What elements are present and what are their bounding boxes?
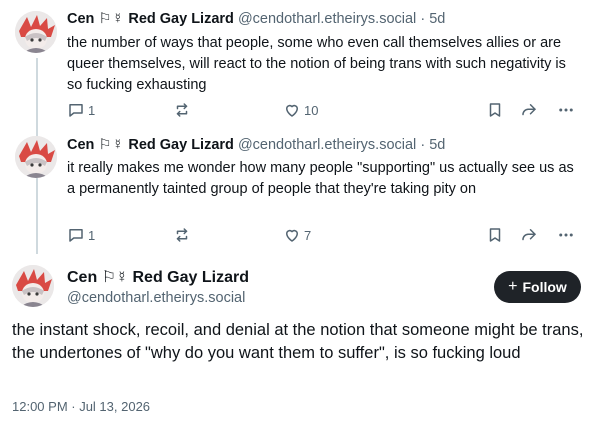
author-handle[interactable]: @cendotharl.etheirys.social	[67, 290, 245, 306]
heart-icon	[283, 226, 301, 244]
repost-button[interactable]	[173, 99, 191, 121]
author-handle[interactable]: @cendotharl.etheirys.social	[238, 137, 416, 153]
reply-button[interactable]: 1	[67, 99, 95, 121]
avatar[interactable]	[15, 136, 57, 178]
share-button[interactable]	[519, 99, 539, 121]
bookmark-button[interactable]	[486, 99, 504, 121]
bookmark-icon	[486, 101, 504, 119]
reply-icon	[67, 226, 85, 244]
like-count: 10	[304, 102, 319, 118]
post-meta: Cen ⚐☿ Red Gay Lizard @cendotharl.etheir…	[67, 11, 445, 27]
bookmark-button[interactable]	[486, 224, 504, 246]
meta-separator: ·	[420, 137, 426, 153]
reply-button[interactable]: 1	[67, 224, 95, 246]
bookmark-icon	[486, 226, 504, 244]
post-timestamp[interactable]: 12:00 PM · Jul 13, 2026	[12, 399, 150, 414]
more-button[interactable]	[557, 99, 575, 121]
follow-button[interactable]: + Follow	[494, 271, 581, 303]
author-name[interactable]: Cen	[67, 11, 94, 27]
main-post-text: the instant shock, recoil, and denial at…	[12, 321, 584, 362]
plus-icon: +	[508, 278, 518, 295]
post-meta: Cen ⚐☿ Red Gay Lizard @cendotharl.etheir…	[67, 137, 445, 153]
share-button[interactable]	[519, 224, 539, 246]
flag-icons: ⚐☿	[98, 137, 125, 153]
author-name[interactable]: Cen	[67, 137, 94, 153]
more-button[interactable]	[557, 224, 575, 246]
more-icon	[557, 101, 575, 119]
author-display-suffix[interactable]: Red Gay Lizard	[128, 11, 234, 27]
reply-count: 1	[88, 102, 96, 118]
heart-icon	[283, 101, 301, 119]
author-display-name[interactable]: Cen ⚐☿ Red Gay Lizard	[67, 267, 249, 287]
repost-icon	[173, 226, 191, 244]
author-display-suffix[interactable]: Red Gay Lizard	[128, 137, 234, 153]
flag-icons: ⚐☿	[98, 11, 125, 27]
avatar[interactable]	[12, 265, 54, 307]
avatar[interactable]	[15, 11, 57, 53]
author-handle[interactable]: @cendotharl.etheirys.social	[238, 11, 416, 27]
author-name: Cen	[67, 269, 98, 286]
post-actions: 1 7	[67, 224, 577, 246]
post-text: the number of ways that people, some who…	[67, 35, 566, 93]
repost-icon	[173, 101, 191, 119]
repost-button[interactable]	[173, 224, 191, 246]
reply-count: 1	[88, 227, 96, 243]
post-time[interactable]: 5d	[429, 11, 445, 27]
follow-label: Follow	[522, 279, 567, 295]
like-count: 7	[304, 227, 312, 243]
like-button[interactable]: 10	[283, 99, 318, 121]
flag-icons: ⚐☿	[101, 269, 129, 286]
like-button[interactable]: 7	[283, 224, 311, 246]
share-icon	[519, 101, 539, 119]
post-actions: 1 10	[67, 99, 577, 121]
reply-icon	[67, 101, 85, 119]
share-icon	[519, 226, 539, 244]
post-text: it really makes me wonder how many peopl…	[67, 160, 574, 197]
more-icon	[557, 226, 575, 244]
meta-separator: ·	[420, 11, 426, 27]
post-time[interactable]: 5d	[429, 137, 445, 153]
author-display-suffix: Red Gay Lizard	[132, 269, 249, 286]
